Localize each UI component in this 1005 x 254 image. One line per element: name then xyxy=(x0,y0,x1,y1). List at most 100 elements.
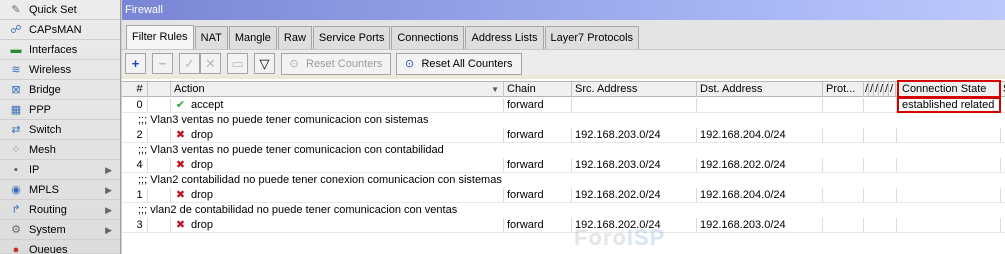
cell-empty xyxy=(1001,218,1005,233)
cell-action: ✖ drop xyxy=(171,158,504,173)
tab-mangle[interactable]: Mangle xyxy=(228,26,277,49)
mesh-icon: ⁘ xyxy=(11,144,21,156)
tab-filter-rules[interactable]: Filter Rules xyxy=(126,25,194,49)
action-label: accept xyxy=(191,99,224,111)
tab-nat[interactable]: NAT xyxy=(194,26,228,49)
column-header-extra[interactable]: S xyxy=(1001,82,1005,97)
sidebar-item-label: CAPsMAN xyxy=(29,24,82,36)
cell-action: ✖ drop xyxy=(171,218,504,233)
firewall-window: Firewall Filter Rules NAT Mangle Raw Service… xyxy=(122,0,1005,254)
cell-chain: forward xyxy=(504,128,572,143)
cell-chain: forward xyxy=(504,98,572,113)
cell-empty xyxy=(864,218,897,233)
disable-button[interactable]: ✕ xyxy=(200,53,221,74)
queues-icon: ● xyxy=(12,244,20,254)
table-header: # Action ▼ Chain Src. Address Dst. Addres… xyxy=(122,80,1005,98)
column-header-dst-address[interactable]: Dst. Address xyxy=(697,82,823,97)
tab-layer7-protocols[interactable]: Layer7 Protocols xyxy=(544,26,640,49)
enable-button[interactable]: ✓ xyxy=(179,53,200,74)
sidebar-item-ip[interactable]: ▪ IP ▶ xyxy=(0,160,120,180)
column-header-narrow-6[interactable]: / xyxy=(889,82,896,97)
cell-empty xyxy=(148,98,171,113)
sidebar-item-label: Bridge xyxy=(29,84,61,96)
rule-comment[interactable]: ;;; vlan2 de contabilidad no puede tener… xyxy=(122,203,1005,218)
sidebar-item-label: PPP xyxy=(29,104,52,116)
column-header-action-label: Action xyxy=(174,83,205,95)
sidebar-item-capsman[interactable]: ☍ CAPsMAN xyxy=(0,20,120,40)
reset-all-counters-icon: ⊙ xyxy=(404,58,415,70)
sidebar-item-system[interactable]: ⚙ System ▶ xyxy=(0,220,120,240)
cell-empty xyxy=(864,128,897,143)
cell-conn-state: established related xyxy=(897,97,1001,113)
cell-src: 192.168.203.0/24 xyxy=(572,158,697,173)
reset-counters-button[interactable]: ⊙ Reset Counters xyxy=(281,53,392,75)
column-header-num[interactable]: # xyxy=(122,82,148,97)
sidebar-item-queues[interactable]: ● Queues xyxy=(0,240,120,254)
sidebar-item-label: Routing xyxy=(29,204,67,216)
column-header-connection-state[interactable]: Connection State xyxy=(897,80,1001,98)
sidebar-item-label: IP xyxy=(29,164,40,176)
table-row[interactable]: 0 ✔ accept forward established related xyxy=(122,97,1005,113)
filter-button[interactable]: ▽ xyxy=(254,53,275,74)
column-header-src-address[interactable]: Src. Address xyxy=(572,82,697,97)
watermark: ForoISP xyxy=(574,225,665,251)
action-label: drop xyxy=(191,159,214,171)
column-header-chain[interactable]: Chain xyxy=(504,82,572,97)
ppp-icon: ▦ xyxy=(10,104,22,116)
action-label: drop xyxy=(191,129,214,141)
sidebar-item-interfaces[interactable]: ▬ Interfaces xyxy=(0,40,120,60)
sidebar-item-wireless[interactable]: ≋ Wireless xyxy=(0,60,120,80)
window-title: Firewall xyxy=(122,0,1005,20)
tab-service-ports[interactable]: Service Ports xyxy=(312,26,391,49)
cell-dst: 192.168.204.0/24 xyxy=(697,188,823,203)
reset-all-counters-button[interactable]: ⊙ Reset All Counters xyxy=(396,53,522,75)
cell-empty xyxy=(1001,158,1005,173)
switch-icon: ⇄ xyxy=(11,124,21,136)
sidebar-item-bridge[interactable]: ⊠ Bridge xyxy=(0,80,120,100)
column-header-blank[interactable] xyxy=(148,82,171,97)
column-header-protocol[interactable]: Prot... xyxy=(823,82,864,97)
ip-icon: ▪ xyxy=(14,164,18,176)
action-label: drop xyxy=(191,219,214,231)
sidebar-item-label: Interfaces xyxy=(29,44,78,56)
cell-dst xyxy=(697,98,823,113)
wrench-icon: ✎ xyxy=(11,4,21,16)
cell-chain: forward xyxy=(504,158,572,173)
comment-button[interactable]: ▭ xyxy=(227,53,248,74)
cell-empty xyxy=(148,158,171,173)
sidebar-menu: ✎ Quick Set ☍ CAPsMAN ▬ Interfaces ≋ Wireless ⊠ B… xyxy=(0,0,121,254)
table-row[interactable]: 3 ✖ drop forward 192.168.202.0/24 192.168.203… xyxy=(122,218,1005,233)
sidebar-item-mesh[interactable]: ⁘ Mesh xyxy=(0,140,120,160)
table-row[interactable]: 4 ✖ drop forward 192.168.203.0/24 192.168.202… xyxy=(122,158,1005,173)
sidebar-item-mpls[interactable]: ◉ MPLS ▶ xyxy=(0,180,120,200)
cell-action: ✖ drop xyxy=(171,128,504,143)
rule-comment[interactable]: ;;; Vlan2 contabilidad no puede tener co… xyxy=(122,173,1005,188)
sidebar-item-switch[interactable]: ⇄ Switch xyxy=(0,120,120,140)
cell-conn-state xyxy=(897,128,1001,143)
rule-comment[interactable]: ;;; Vlan3 ventas no puede tener comunica… xyxy=(122,113,1005,128)
cell-empty xyxy=(823,128,864,143)
cell-chain: forward xyxy=(504,188,572,203)
add-button[interactable]: + xyxy=(125,53,146,74)
sidebar-item-label: Wireless xyxy=(29,64,72,76)
sidebar-item-quick-set[interactable]: ✎ Quick Set xyxy=(0,0,120,20)
cell-conn-state xyxy=(897,218,1001,233)
cell-src: 192.168.202.0/24 xyxy=(572,188,697,203)
tab-raw[interactable]: Raw xyxy=(277,26,312,49)
table-row[interactable]: 1 ✖ drop forward 192.168.202.0/24 192.168.204… xyxy=(122,188,1005,203)
wireless-icon: ≋ xyxy=(11,64,21,76)
cell-empty xyxy=(1001,98,1005,113)
accept-check-icon: ✔ xyxy=(175,99,186,111)
rule-comment[interactable]: ;;; Vlan3 ventas no puede tener comunica… xyxy=(122,143,1005,158)
sidebar-item-routing[interactable]: ↱ Routing ▶ xyxy=(0,200,120,220)
sidebar-item-ppp[interactable]: ▦ PPP xyxy=(0,100,120,120)
cell-src: 192.168.203.0/24 xyxy=(572,128,697,143)
tab-address-lists[interactable]: Address Lists xyxy=(465,26,544,49)
reset-counters-icon: ⊙ xyxy=(289,58,299,70)
cell-src xyxy=(572,98,697,113)
column-header-action[interactable]: Action ▼ xyxy=(171,82,504,97)
tab-connections[interactable]: Connections xyxy=(391,26,465,49)
table-row[interactable]: 2 ✖ drop forward 192.168.203.0/24 192.168.204… xyxy=(122,128,1005,143)
remove-button[interactable]: − xyxy=(152,53,173,74)
capsman-icon: ☍ xyxy=(10,24,22,36)
